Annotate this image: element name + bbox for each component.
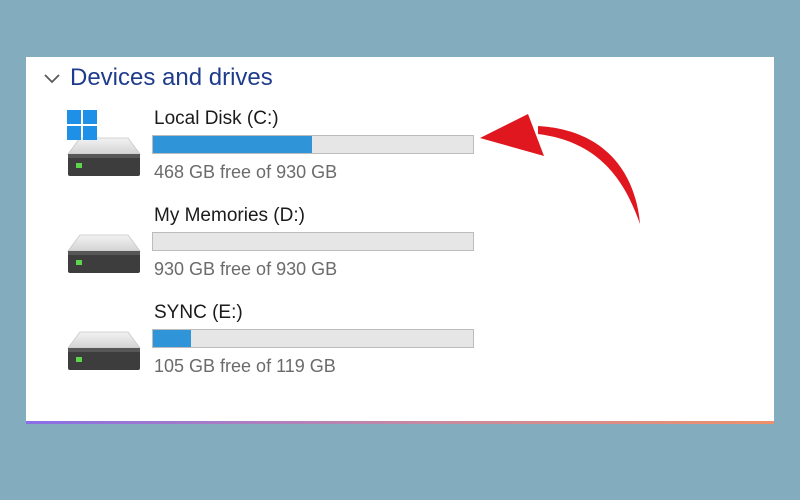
- windows-logo-icon: [67, 110, 97, 140]
- drive-label: Local Disk (C:): [154, 108, 279, 129]
- drive-item-c[interactable]: Local Disk (C:) 468 GB free of 930 GB: [60, 108, 500, 188]
- drive-label: SYNC (E:): [154, 302, 243, 323]
- drive-free-space: 468 GB free of 930 GB: [154, 162, 338, 182]
- devices-group-header[interactable]: Devices and drives: [42, 63, 273, 93]
- drive-usage-bar: [152, 329, 474, 348]
- panel-bottom-accent: [26, 421, 774, 424]
- drive-label: My Memories (D:): [154, 205, 305, 226]
- drive-usage-bar: [152, 135, 474, 154]
- hard-drive-icon: [67, 331, 141, 370]
- drive-usage-fill: [153, 136, 313, 153]
- drive-usage-fill: [153, 330, 191, 347]
- devices-group-title: Devices and drives: [70, 64, 273, 91]
- drive-item-e[interactable]: SYNC (E:) 105 GB free of 119 GB: [60, 302, 500, 382]
- hard-drive-icon: [67, 234, 141, 273]
- drive-usage-bar: [152, 232, 474, 251]
- chevron-down-icon[interactable]: [42, 71, 62, 85]
- curved-arrow-icon: [480, 114, 640, 224]
- drive-free-space: 105 GB free of 119 GB: [154, 356, 336, 376]
- drive-free-space: 930 GB free of 930 GB: [154, 259, 338, 279]
- drive-item-d[interactable]: My Memories (D:) 930 GB free of 930 GB: [60, 205, 500, 285]
